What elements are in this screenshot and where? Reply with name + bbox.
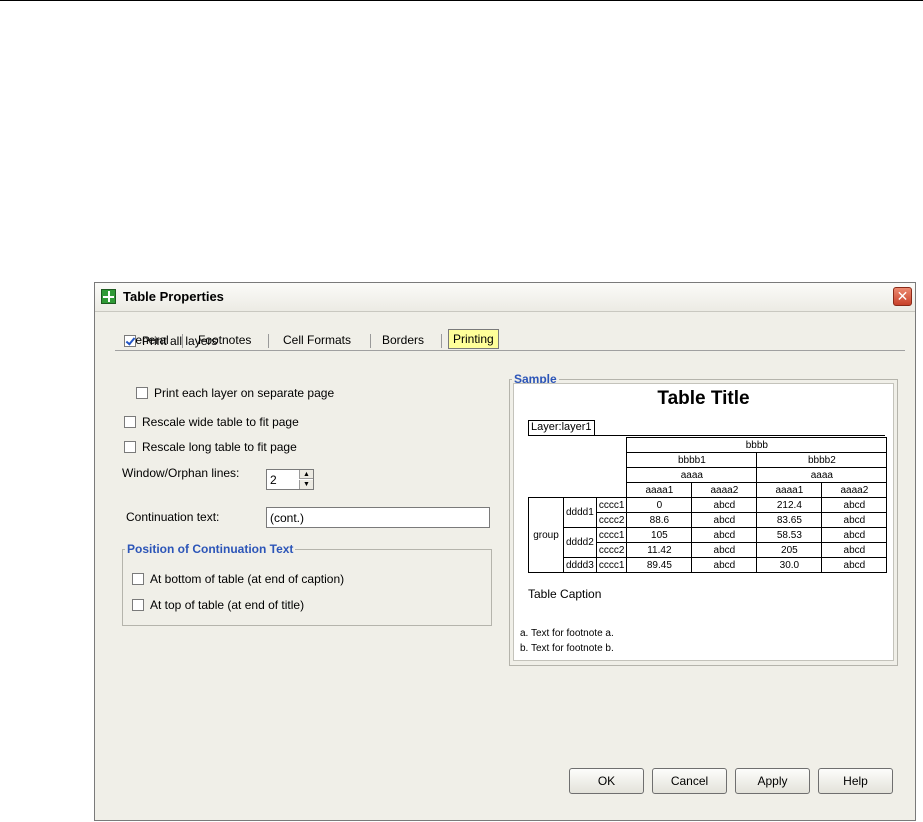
table-cell: 105 <box>626 527 693 543</box>
print-each-layer-checkbox[interactable] <box>136 387 148 399</box>
table-cell: 83.65 <box>756 512 823 528</box>
table-cell: abcd <box>821 527 888 543</box>
sample-table-title: Table Title <box>657 388 750 409</box>
sample-table: bbbb bbbb1 bbbb2 aaaa aaaa aaaa1 aaaa2 a… <box>528 437 888 573</box>
row-d3: dddd3 <box>563 557 597 573</box>
rescale-long-checkbox[interactable] <box>124 441 136 453</box>
window-orphan-value: 2 <box>270 473 277 487</box>
table-cell: abcd <box>821 497 888 513</box>
tab-separator <box>268 334 269 348</box>
table-cell: 0 <box>626 497 693 513</box>
tab-printing[interactable]: Printing <box>448 329 499 349</box>
at-bottom-label: At bottom of table (at end of caption) <box>150 572 345 586</box>
table-cell: abcd <box>691 542 758 558</box>
window-orphan-spinner[interactable]: 2 ▲ ▼ <box>266 469 314 490</box>
sample-footnote-b: b. Text for footnote b. <box>520 643 614 654</box>
tab-borders[interactable]: Borders <box>382 331 424 351</box>
position-continuation-title: Position of Continuation Text <box>125 542 296 556</box>
header-col: aaaa1 <box>756 482 823 498</box>
rescale-wide-checkbox[interactable] <box>124 416 136 428</box>
tab-strip-rule <box>115 350 905 351</box>
table-cell: abcd <box>821 557 888 573</box>
cancel-button[interactable]: Cancel <box>652 768 727 794</box>
row-c: cccc2 <box>595 512 628 528</box>
title-bar[interactable]: Table Properties ✕ <box>95 283 915 312</box>
table-cell: abcd <box>821 542 888 558</box>
row-d2: dddd2 <box>563 527 597 558</box>
dialog-title: Table Properties <box>123 289 224 304</box>
header-a-right: aaaa <box>756 467 888 483</box>
header-b1: bbbb1 <box>626 452 758 468</box>
header-b2: bbbb2 <box>756 452 888 468</box>
table-cell: 205 <box>756 542 823 558</box>
page-top-rule <box>0 0 923 1</box>
table-properties-dialog: Table Properties ✕ General Footnotes Cel… <box>94 282 916 821</box>
table-cell: abcd <box>691 497 758 513</box>
table-cell: 212.4 <box>756 497 823 513</box>
tab-separator <box>370 334 371 348</box>
print-all-layers-checkbox[interactable] <box>124 335 136 347</box>
continuation-text-input[interactable]: (cont.) <box>266 507 490 528</box>
at-top-label: At top of table (at end of title) <box>150 598 305 612</box>
spin-up-arrow-icon[interactable]: ▲ <box>299 470 313 479</box>
at-bottom-checkbox[interactable] <box>132 573 144 585</box>
tab-separator <box>441 334 442 348</box>
sample-table-caption: Table Caption <box>528 587 602 601</box>
sample-preview: Table Title Layer:layer1 bbbb bbbb1 bbbb… <box>513 383 894 661</box>
window-orphan-label: Window/Orphan lines: <box>122 466 240 480</box>
spin-down-arrow-icon[interactable]: ▼ <box>299 480 313 489</box>
header-col: aaaa2 <box>821 482 888 498</box>
header-col: aaaa2 <box>691 482 758 498</box>
table-cell: abcd <box>691 527 758 543</box>
row-group-label: group <box>528 497 564 573</box>
sample-footnote-a: a. Text for footnote a. <box>520 628 614 639</box>
close-icon: ✕ <box>896 288 909 304</box>
row-c: cccc1 <box>595 527 628 543</box>
table-cell: 11.42 <box>626 542 693 558</box>
table-properties-app-icon <box>101 289 116 304</box>
tab-cell-formats[interactable]: Cell Formats <box>283 331 351 351</box>
help-button[interactable]: Help <box>818 768 893 794</box>
sample-layer-label: Layer:layer1 <box>528 420 595 436</box>
ok-button[interactable]: OK <box>569 768 644 794</box>
close-button[interactable]: ✕ <box>893 287 912 306</box>
position-continuation-group <box>122 549 492 626</box>
header-b: bbbb <box>626 437 888 453</box>
row-c: cccc1 <box>595 557 628 573</box>
table-cell: abcd <box>691 512 758 528</box>
rescale-wide-label: Rescale wide table to fit page <box>142 415 299 429</box>
rescale-long-label: Rescale long table to fit page <box>142 440 297 454</box>
row-c: cccc1 <box>595 497 628 513</box>
header-col: aaaa1 <box>626 482 693 498</box>
continuation-text-label: Continuation text: <box>126 510 220 524</box>
header-a-left: aaaa <box>626 467 758 483</box>
apply-button[interactable]: Apply <box>735 768 810 794</box>
table-cell: 30.0 <box>756 557 823 573</box>
table-cell: abcd <box>821 512 888 528</box>
table-cell: 89.45 <box>626 557 693 573</box>
table-cell: abcd <box>691 557 758 573</box>
table-corner <box>528 437 628 498</box>
print-each-layer-label: Print each layer on separate page <box>154 386 335 400</box>
print-all-layers-label: Print all layers <box>142 334 218 348</box>
row-d1: dddd1 <box>563 497 597 528</box>
at-top-checkbox[interactable] <box>132 599 144 611</box>
table-cell: 88.6 <box>626 512 693 528</box>
row-c: cccc2 <box>595 542 628 558</box>
table-cell: 58.53 <box>756 527 823 543</box>
sample-layer-rule <box>528 435 885 436</box>
